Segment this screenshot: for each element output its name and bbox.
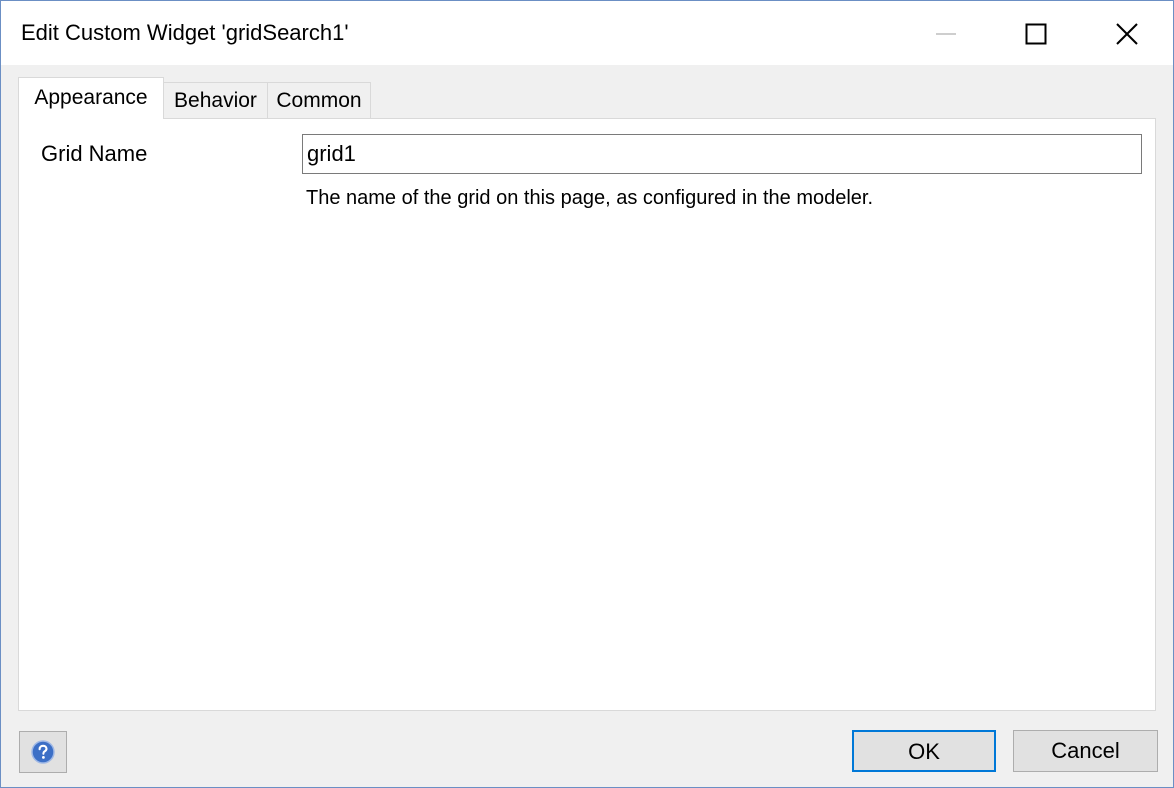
maximize-icon — [1025, 23, 1047, 45]
minimize-button[interactable] — [901, 1, 991, 65]
tab-common[interactable]: Common — [267, 82, 371, 118]
cancel-button[interactable]: Cancel — [1013, 730, 1158, 772]
minimize-icon — [936, 33, 956, 35]
grid-name-label: Grid Name — [41, 141, 148, 166]
help-button[interactable] — [19, 731, 67, 773]
close-button[interactable] — [1083, 1, 1173, 65]
maximize-button[interactable] — [991, 1, 1081, 65]
grid-name-input[interactable] — [302, 134, 1142, 174]
window-title: Edit Custom Widget 'gridSearch1' — [21, 20, 349, 45]
dialog-window: Edit Custom Widget 'gridSearch1' Appeara… — [0, 0, 1174, 788]
title-bar[interactable]: Edit Custom Widget 'gridSearch1' — [1, 1, 1173, 65]
tab-appearance[interactable]: Appearance — [18, 77, 164, 119]
help-icon — [31, 740, 55, 764]
grid-name-help-text: The name of the grid on this page, as co… — [306, 187, 874, 209]
tab-panel-appearance: Grid Name The name of the grid on this p… — [18, 118, 1156, 711]
ok-button[interactable]: OK — [852, 730, 996, 772]
tab-behavior[interactable]: Behavior — [163, 82, 268, 118]
close-icon — [1116, 23, 1138, 45]
